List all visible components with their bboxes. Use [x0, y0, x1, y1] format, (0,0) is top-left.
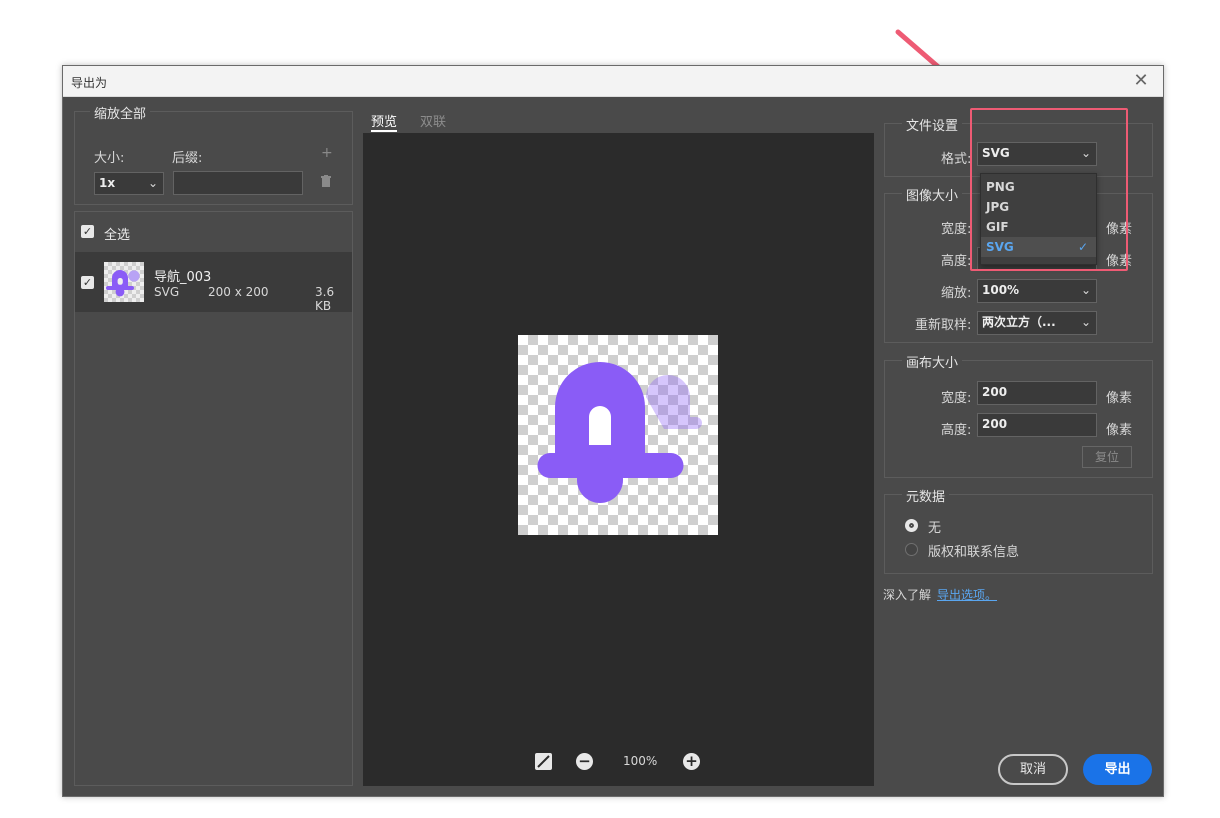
chevron-down-icon: ⌄: [1080, 146, 1091, 160]
export-as-dialog: 导出为 ✕ 缩放全部 大小: 后缀: + 1x ⌄ ✓ 全选 ✓ 导航_003 …: [62, 65, 1164, 797]
image-width-label: 宽度:: [941, 222, 972, 237]
image-size-title: 图像大小: [902, 185, 963, 204]
select-all-checkbox[interactable]: ✓: [81, 225, 94, 238]
learn-more-text: 深入了解: [883, 588, 932, 602]
reset-button[interactable]: 复位: [1082, 446, 1132, 468]
metadata-copyright-label: 版权和联系信息: [928, 545, 1020, 560]
tab-preview[interactable]: 预览: [371, 111, 397, 130]
chevron-down-icon: ⌄: [1080, 315, 1091, 329]
image-height-label: 高度:: [941, 254, 972, 269]
size-label: 大小:: [94, 151, 125, 166]
close-icon[interactable]: ✕: [1129, 69, 1153, 93]
preview-area: − 100% +: [363, 133, 874, 786]
select-all-label: 全选: [104, 228, 131, 243]
zoom-bar: − 100% +: [363, 751, 874, 773]
preview-canvas: [518, 335, 718, 535]
scale-all-panel: 缩放全部 大小: 后缀: + 1x ⌄: [74, 103, 353, 205]
bell-icon: [537, 362, 702, 503]
tab-2up[interactable]: 双联: [420, 111, 446, 130]
format-option-png[interactable]: PNG: [981, 177, 1096, 197]
image-width-unit: 像素: [1106, 222, 1133, 237]
trash-icon[interactable]: [321, 175, 331, 187]
title-bar: 导出为 ✕: [63, 66, 1163, 97]
asset-dimensions: 200 x 200: [208, 285, 269, 299]
asset-row[interactable]: ✓ 导航_003 SVG 200 x 200 3.6 KB: [75, 252, 352, 313]
resample-value: 两次立方（...: [982, 315, 1056, 329]
zoom-in-icon[interactable]: +: [683, 753, 700, 770]
canvas-height-value: 200: [982, 417, 1008, 431]
metadata-none-radio[interactable]: [905, 519, 918, 532]
format-option-gif[interactable]: GIF: [981, 217, 1096, 237]
suffix-input[interactable]: [173, 171, 303, 195]
format-label: 格式:: [941, 152, 972, 167]
canvas-size-title: 画布大小: [902, 352, 963, 371]
plus-icon[interactable]: +: [321, 145, 333, 161]
canvas-width-unit: 像素: [1106, 391, 1133, 406]
zoom-level: 100%: [623, 754, 658, 768]
active-tab-indicator: [371, 130, 397, 132]
metadata-title: 元数据: [902, 486, 950, 505]
chevron-down-icon: ⌄: [147, 176, 158, 190]
scale-label: 缩放:: [941, 286, 972, 301]
asset-name: 导航_003: [154, 270, 212, 285]
asset-checkbox[interactable]: ✓: [81, 276, 94, 289]
format-option-jpg[interactable]: JPG: [981, 197, 1096, 217]
canvas-height-input[interactable]: 200: [977, 413, 1097, 437]
canvas-height-label: 高度:: [941, 423, 972, 438]
bell-icon: [106, 270, 140, 297]
export-options-link[interactable]: 导出选项。: [937, 586, 997, 603]
canvas-height-unit: 像素: [1106, 423, 1133, 438]
scale-value: 100%: [982, 283, 1020, 297]
image-height-unit: 像素: [1106, 254, 1133, 269]
scale-select[interactable]: 100% ⌄: [977, 279, 1097, 303]
fit-screen-icon[interactable]: [535, 753, 552, 770]
metadata-none-label: 无: [928, 521, 942, 536]
asset-list-panel: ✓ 全选 ✓ 导航_003 SVG 200 x 200 3.6 KB: [74, 211, 353, 786]
format-select[interactable]: SVG ⌄: [977, 142, 1097, 166]
asset-filesize: 3.6 KB: [315, 285, 335, 313]
size-select[interactable]: 1x ⌄: [94, 172, 164, 195]
checkmark-icon: ✓: [1077, 240, 1088, 254]
resample-label: 重新取样:: [915, 318, 972, 333]
metadata-group: 元数据 无 版权和联系信息: [884, 486, 1153, 574]
asset-format: SVG: [154, 285, 180, 299]
asset-thumbnail: [104, 262, 144, 302]
suffix-label: 后缀:: [172, 151, 203, 166]
dialog-title: 导出为: [71, 76, 108, 90]
resample-select[interactable]: 两次立方（... ⌄: [977, 311, 1097, 335]
scale-all-label: 缩放全部: [90, 103, 151, 122]
format-dropdown-list: PNG JPG GIF SVG ✓: [980, 173, 1097, 265]
size-value: 1x: [99, 176, 116, 190]
format-value: SVG: [982, 146, 1010, 160]
chevron-down-icon: ⌄: [1080, 283, 1091, 297]
canvas-width-label: 宽度:: [941, 391, 972, 406]
metadata-copyright-radio[interactable]: [905, 543, 918, 556]
zoom-out-icon[interactable]: −: [576, 753, 593, 770]
format-option-svg[interactable]: SVG ✓: [981, 237, 1096, 257]
export-button[interactable]: 导出: [1083, 754, 1152, 785]
canvas-width-value: 200: [982, 385, 1008, 399]
canvas-width-input[interactable]: 200: [977, 381, 1097, 405]
cancel-button[interactable]: 取消: [998, 754, 1068, 785]
file-settings-title: 文件设置: [902, 115, 963, 134]
